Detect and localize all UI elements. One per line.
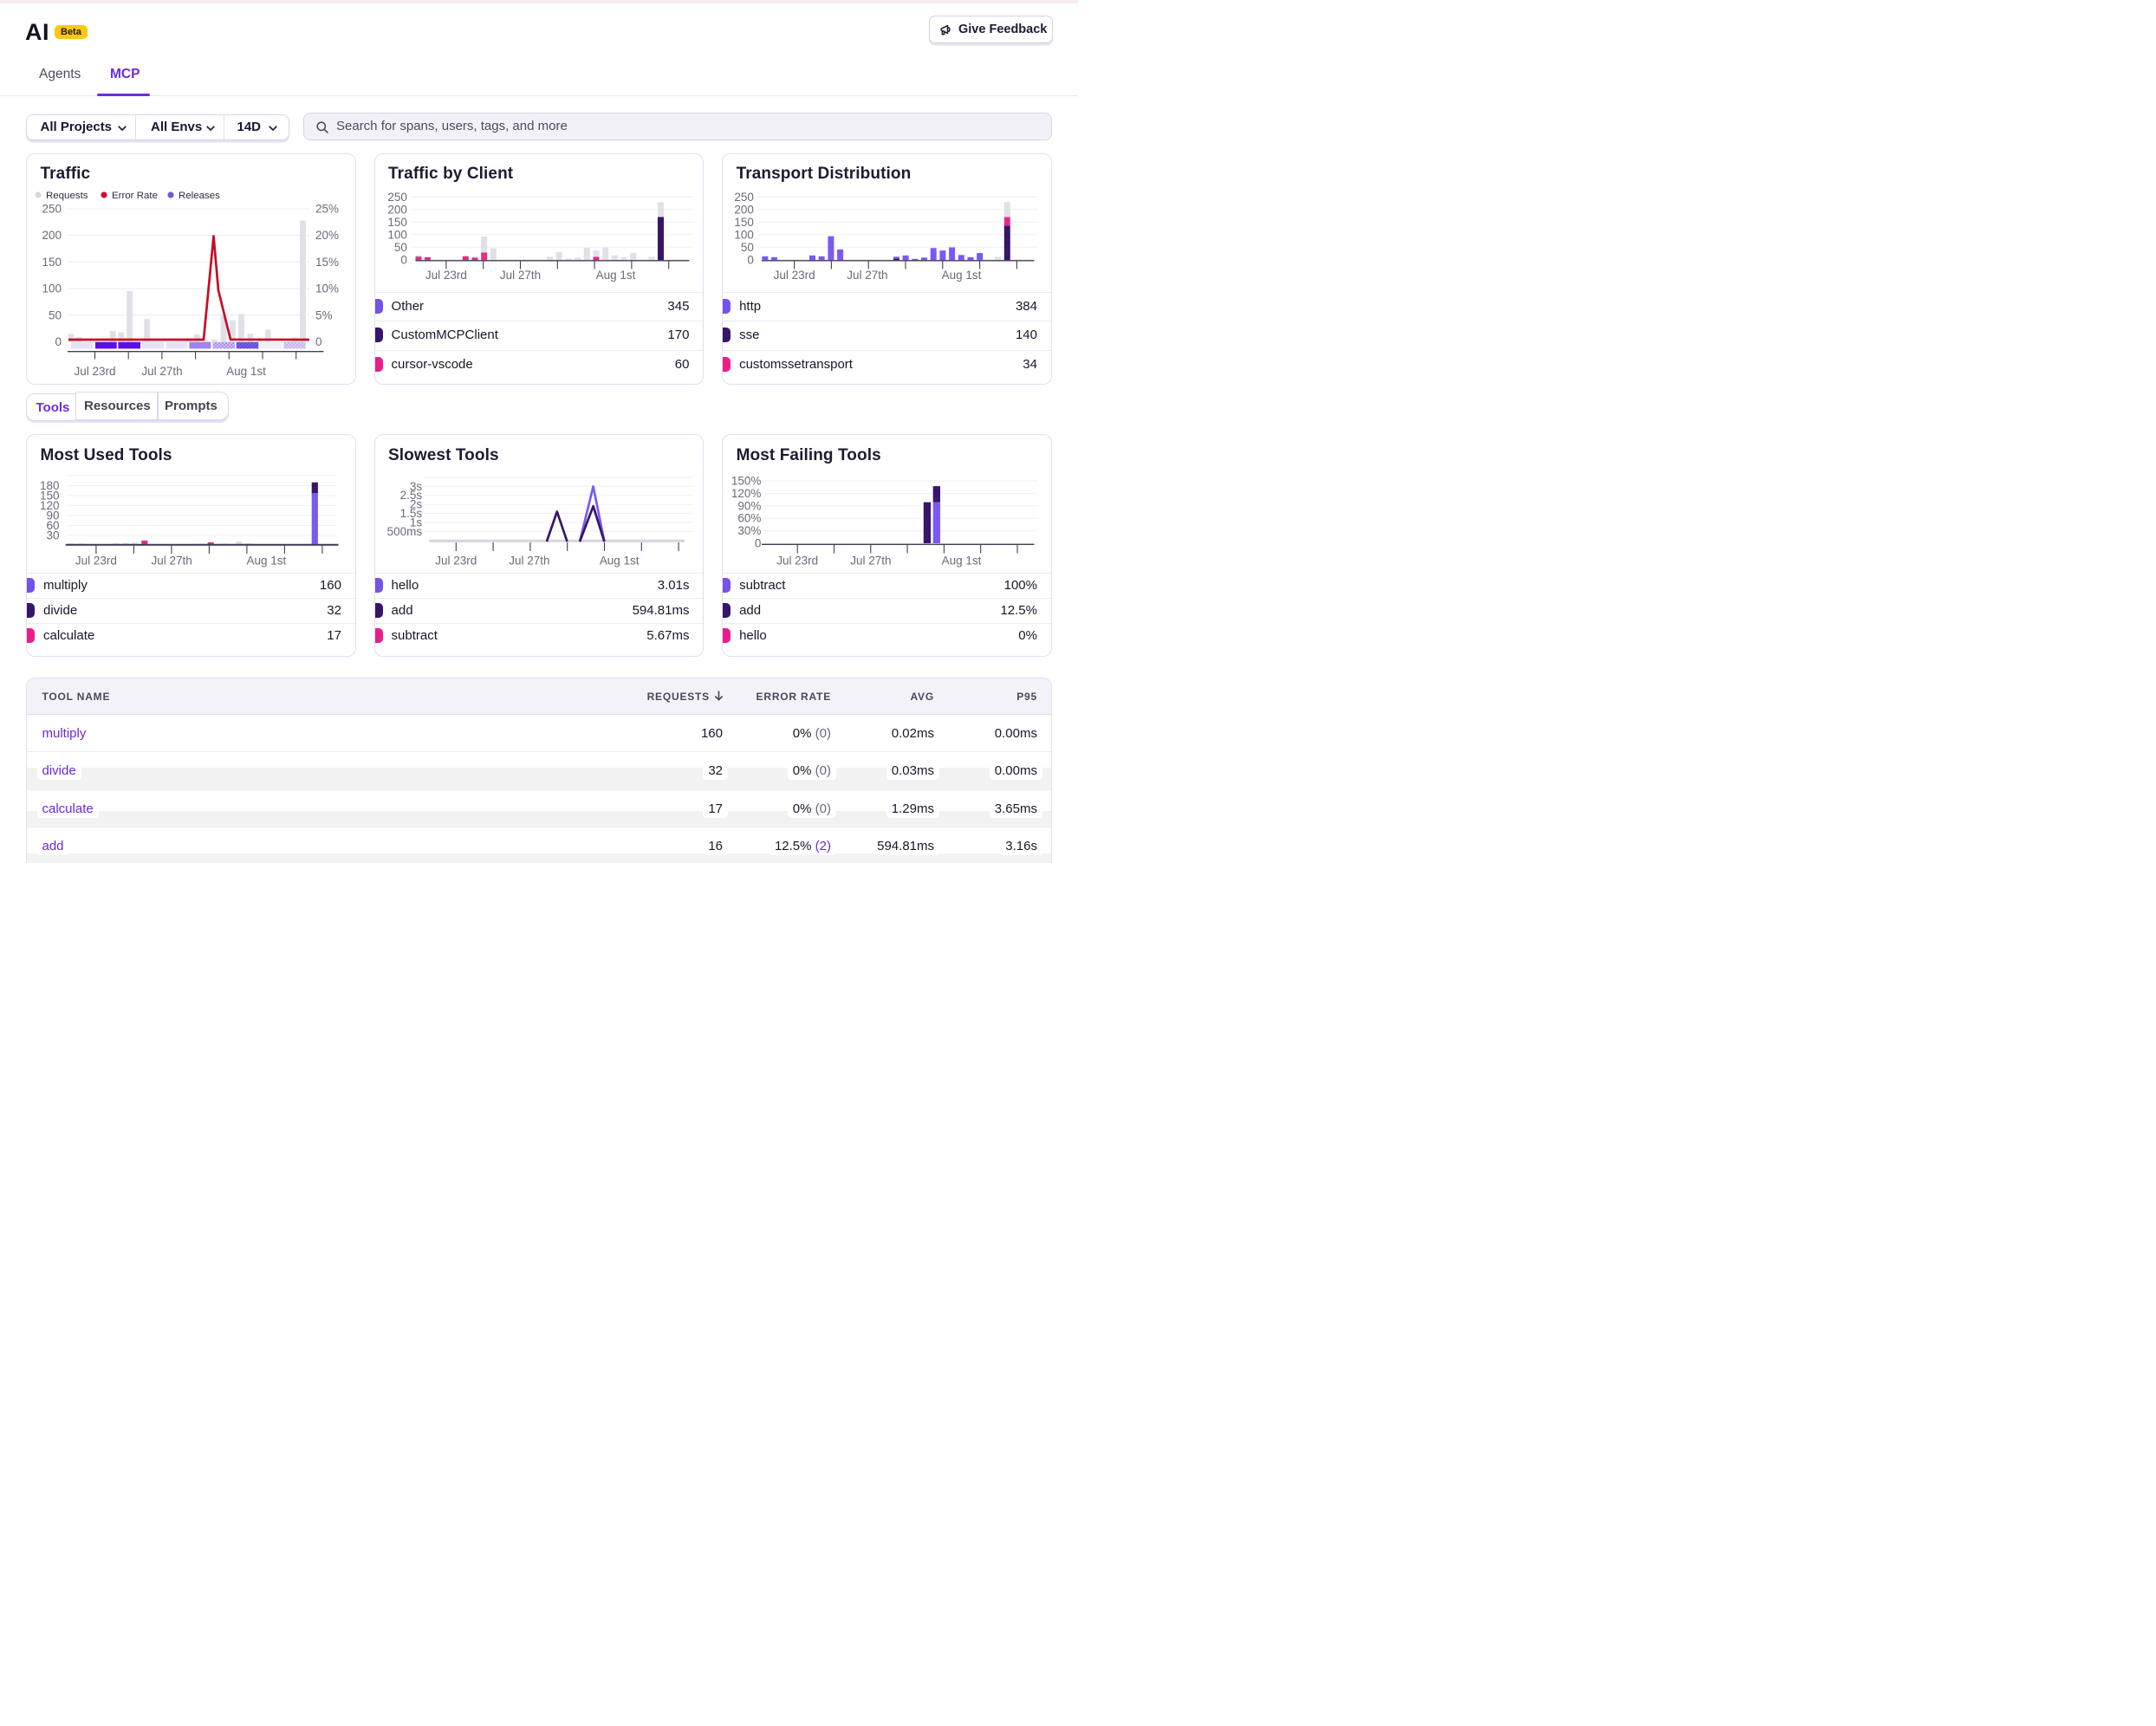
svg-text:Jul 27th: Jul 27th [509, 554, 549, 567]
svg-text:250: 250 [42, 203, 61, 216]
svg-text:15%: 15% [315, 256, 339, 269]
svg-text:3s: 3s [409, 480, 421, 493]
svg-text:10%: 10% [315, 282, 339, 295]
svg-text:Jul 23rd: Jul 23rd [425, 269, 466, 282]
svg-text:150%: 150% [731, 475, 762, 488]
svg-text:50: 50 [49, 308, 62, 321]
svg-text:Aug 1st: Aug 1st [226, 365, 266, 378]
svg-text:30%: 30% [737, 524, 761, 537]
svg-text:0: 0 [55, 335, 61, 348]
svg-text:5%: 5% [315, 308, 333, 321]
svg-text:Jul 23rd: Jul 23rd [776, 554, 818, 567]
svg-text:20%: 20% [315, 229, 339, 242]
svg-text:250: 250 [387, 191, 407, 204]
svg-text:120%: 120% [731, 487, 762, 500]
svg-text:Releases: Releases [179, 191, 220, 201]
svg-text:150: 150 [42, 256, 61, 269]
svg-text:Jul 27th: Jul 27th [499, 269, 540, 282]
svg-text:Requests: Requests [46, 191, 88, 201]
svg-text:250: 250 [734, 191, 754, 204]
svg-text:100: 100 [734, 228, 754, 241]
svg-text:0: 0 [400, 253, 407, 266]
svg-text:Aug 1st: Aug 1st [599, 554, 639, 567]
svg-text:150: 150 [734, 216, 754, 229]
svg-text:Jul 27th: Jul 27th [850, 554, 891, 567]
svg-text:100: 100 [387, 228, 407, 241]
svg-text:Jul 23rd: Jul 23rd [75, 554, 117, 567]
svg-text:Jul 23rd: Jul 23rd [774, 269, 815, 282]
svg-text:200: 200 [42, 229, 61, 242]
svg-text:90%: 90% [737, 499, 761, 512]
svg-text:Aug 1st: Aug 1st [247, 554, 287, 567]
svg-text:Jul 23rd: Jul 23rd [75, 365, 116, 378]
svg-text:60%: 60% [737, 512, 761, 525]
svg-text:50: 50 [741, 241, 754, 254]
svg-text:Aug 1st: Aug 1st [595, 269, 635, 282]
svg-text:Aug 1st: Aug 1st [942, 269, 982, 282]
svg-text:200: 200 [387, 203, 407, 216]
svg-text:0: 0 [315, 335, 322, 348]
svg-text:Jul 27th: Jul 27th [141, 365, 182, 378]
svg-text:100: 100 [42, 282, 61, 295]
svg-text:200: 200 [734, 203, 754, 216]
svg-text:0: 0 [755, 536, 762, 549]
svg-text:50: 50 [393, 241, 406, 254]
svg-text:Error Rate: Error Rate [112, 191, 158, 201]
svg-text:Jul 27th: Jul 27th [847, 269, 887, 282]
svg-text:150: 150 [387, 216, 407, 229]
svg-text:Aug 1st: Aug 1st [942, 554, 982, 567]
svg-text:0: 0 [747, 253, 754, 266]
svg-text:180: 180 [40, 479, 59, 492]
svg-text:25%: 25% [315, 203, 339, 216]
svg-text:Jul 27th: Jul 27th [151, 554, 192, 567]
svg-text:Jul 23rd: Jul 23rd [435, 554, 477, 567]
